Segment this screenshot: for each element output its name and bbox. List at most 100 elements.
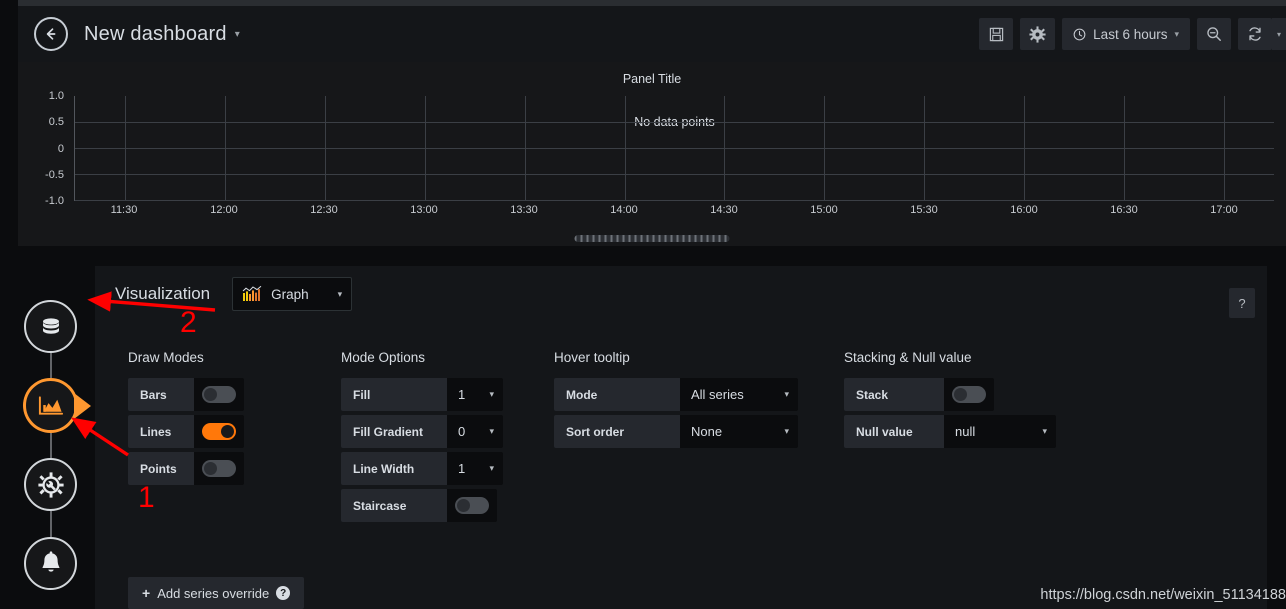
vertical-gridline [224, 96, 226, 200]
vertical-gridline [724, 96, 726, 200]
option-row: Lines [128, 415, 244, 448]
y-axis-tick: 0.5 [48, 116, 64, 129]
visualization-type-select[interactable]: Graph ▾ [232, 277, 353, 311]
top-navbar: New dashboard ▾ Last 6 hours ▾ [18, 6, 1286, 62]
option-select-null-value[interactable]: null ▾ [944, 415, 1056, 448]
option-toggle-staircase[interactable] [447, 489, 497, 522]
options-column-title: Draw Modes [128, 350, 204, 365]
toggle-switch[interactable] [202, 460, 236, 477]
option-row: Stack [844, 378, 994, 411]
option-label: Staircase [341, 489, 447, 522]
zoom-out-button[interactable] [1197, 18, 1231, 50]
visualization-type-label: Graph [271, 286, 309, 302]
refresh-interval-caret[interactable]: ▾ [1272, 18, 1286, 50]
option-select-sort-order[interactable]: None ▾ [680, 415, 798, 448]
back-button[interactable] [34, 17, 68, 51]
vertical-gridline [424, 96, 426, 200]
y-axis-tick: -0.5 [45, 168, 64, 181]
horizontal-gridline [75, 200, 1274, 201]
horizontal-gridline [75, 148, 1274, 149]
option-label: Line Width [341, 452, 447, 485]
option-select-fill[interactable]: 1 ▾ [447, 378, 503, 411]
app-root: New dashboard ▾ Last 6 hours ▾ ▾ Panel T… [0, 0, 1286, 609]
dashboard-title[interactable]: New dashboard [84, 23, 227, 46]
options-column-title: Mode Options [341, 350, 426, 365]
visualization-label: Visualization [115, 284, 211, 303]
x-axis-tick: 15:00 [810, 204, 838, 216]
vertical-gridline [124, 96, 126, 200]
option-select-line-width[interactable]: 1 ▾ [447, 452, 503, 485]
option-label: Sort order [554, 415, 680, 448]
sidebar-item-alert[interactable] [24, 537, 77, 590]
refresh-button[interactable] [1238, 18, 1272, 50]
save-dashboard-button[interactable] [979, 18, 1014, 50]
option-select-value: 1 [458, 461, 466, 476]
chevron-down-icon: ▾ [337, 288, 343, 299]
horizontal-gridline [75, 122, 1274, 123]
option-row: Staircase [341, 489, 497, 522]
option-select-value: null [955, 424, 976, 439]
chevron-down-icon: ▾ [784, 426, 789, 436]
panel-resize-handle[interactable] [574, 235, 730, 242]
vertical-gridline [1224, 96, 1226, 200]
options-column: Stacking & Null value Stack Null value null… [844, 350, 1134, 526]
toggle-switch[interactable] [202, 386, 236, 403]
toggle-knob [221, 425, 234, 438]
dashboard-title-caret[interactable]: ▾ [235, 29, 240, 40]
y-axis-tick: -1.0 [45, 195, 64, 207]
option-label: Fill [341, 378, 447, 411]
option-toggle-stack[interactable] [944, 378, 994, 411]
options-column-title: Stacking & Null value [844, 350, 972, 365]
annotation-number-2: 2 [180, 306, 197, 339]
chevron-down-icon: ▾ [489, 389, 494, 399]
option-label: Null value [844, 415, 944, 448]
bar-chart-icon [242, 285, 262, 301]
option-label: Stack [844, 378, 944, 411]
vertical-gridline [324, 96, 326, 200]
x-axis-tick: 16:00 [1010, 204, 1038, 216]
option-select-value: 0 [458, 424, 466, 439]
x-axis-tick: 12:00 [210, 204, 238, 216]
option-row: Mode All series ▾ [554, 378, 798, 411]
sidebar-item-queries[interactable] [24, 300, 77, 353]
option-select-fill-gradient[interactable]: 0 ▾ [447, 415, 503, 448]
x-axis-tick: 15:30 [910, 204, 938, 216]
option-select-mode[interactable]: All series ▾ [680, 378, 798, 411]
option-toggle-bars[interactable] [194, 378, 244, 411]
plot-area[interactable]: No data points [74, 96, 1274, 201]
option-row: Null value null ▾ [844, 415, 1056, 448]
option-select-value: All series [691, 387, 744, 402]
chevron-down-icon: ▾ [784, 389, 789, 399]
sidebar-item-visualization[interactable] [24, 379, 77, 432]
vertical-gridline [924, 96, 926, 200]
option-toggle-points[interactable] [194, 452, 244, 485]
options-help-button[interactable]: ? [1229, 288, 1255, 318]
panel-title[interactable]: Panel Title [18, 62, 1286, 86]
add-series-override-button[interactable]: + Add series override ? [128, 577, 305, 609]
option-label: Bars [128, 378, 194, 411]
options-column: Draw Modes Bars Lines Points [128, 350, 341, 526]
add-series-override-label: Add series override [157, 585, 270, 601]
dashboard-settings-button[interactable] [1020, 18, 1056, 50]
options-column: Mode Options Fill 1 ▾ Fill Gradient 0 ▾ Line Wi… [341, 350, 554, 526]
toggle-switch[interactable] [952, 386, 986, 403]
option-label: Lines [128, 415, 194, 448]
toggle-switch[interactable] [202, 423, 236, 440]
options-column-title: Hover tooltip [554, 350, 630, 365]
window-left-strip [0, 0, 18, 609]
toggle-switch[interactable] [455, 497, 489, 514]
options-columns: Draw Modes Bars Lines Points Mode Options Fil… [95, 322, 1267, 526]
vertical-gridline [624, 96, 626, 200]
x-axis: 11:30 12:00 12:30 13:00 13:30 14:00 14:30 15:00… [74, 204, 1274, 222]
toggle-knob [204, 462, 217, 475]
x-axis-tick: 17:00 [1210, 204, 1238, 216]
x-axis-tick: 11:30 [110, 204, 138, 216]
save-disk-icon [989, 27, 1003, 41]
toggle-knob [457, 499, 470, 512]
sidebar-item-general[interactable] [24, 458, 77, 511]
option-toggle-lines[interactable] [194, 415, 244, 448]
time-range-picker[interactable]: Last 6 hours ▾ [1062, 18, 1190, 50]
x-axis-tick: 13:00 [410, 204, 438, 216]
toggle-knob [954, 388, 967, 401]
refresh-icon [1249, 27, 1261, 41]
